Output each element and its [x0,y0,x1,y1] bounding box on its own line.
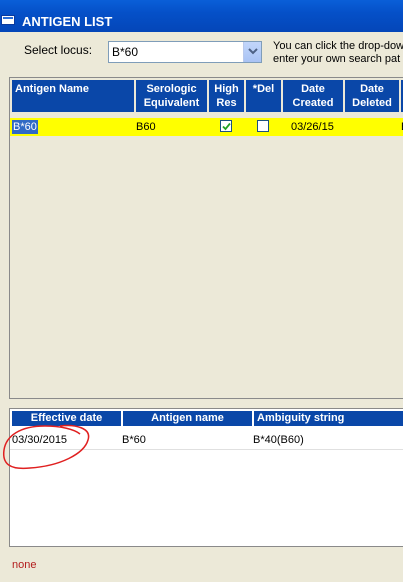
col-ambiguity-string[interactable]: Ambiguity string [254,411,403,426]
search-hint: You can click the drop-dow enter your ow… [273,40,403,66]
chevron-down-icon [248,48,258,55]
hint-line-2: enter your own search pat [273,53,401,65]
col-date-created[interactable]: Date Created [283,80,343,112]
col-antigen-name[interactable]: Antigen Name [12,80,134,112]
title-bar: ANTIGEN LIST [0,0,403,32]
cell-antigen-name-detail: B*60 [122,434,146,446]
col-deleted-line1: Date [360,83,384,95]
locus-select-value: B*60 [112,45,139,59]
locus-label: Select locus: [24,43,93,57]
col-high-res[interactable]: High Res [209,80,244,112]
col-date-deleted[interactable]: Date Deleted [345,80,399,112]
col-serologic-equivalent[interactable]: Serologic Equivalent [136,80,207,112]
col-high-res-line2: Res [216,97,237,109]
col-high-res-line1: High [214,83,239,95]
status-text: none [12,559,37,571]
locus-select[interactable]: B*60 [108,41,262,63]
dropdown-button[interactable] [243,42,261,62]
col-created-line1: Date [301,83,325,95]
antigen-table: Antigen Name Serologic Equivalent High R… [9,77,403,399]
col-created-line2: Created [292,97,334,109]
check-icon [222,122,231,131]
window-title: ANTIGEN LIST [22,14,113,29]
col-serologic-line2: Equivalent [143,97,200,109]
hint-line-1: You can click the drop-dow [273,40,403,52]
cell-serologic: B60 [136,121,156,133]
cell-ambiguity-string: B*40(B60) [253,434,304,446]
delete-checkbox[interactable] [257,120,269,132]
table-row[interactable]: B*60 B60 03/26/15 B [10,118,403,136]
cell-antigen-name[interactable]: B*60 [12,120,38,134]
high-res-checkbox[interactable] [220,120,232,132]
red-circle-annotation [2,424,90,470]
col-del[interactable]: *Del [246,80,281,112]
col-antigen-name-detail[interactable]: Antigen name [123,411,252,426]
col-serologic-line1: Serologic [146,83,197,95]
cell-date-created: 03/26/15 [291,121,334,133]
window-icon [1,15,15,25]
col-deleted-line2: Deleted [352,97,392,109]
